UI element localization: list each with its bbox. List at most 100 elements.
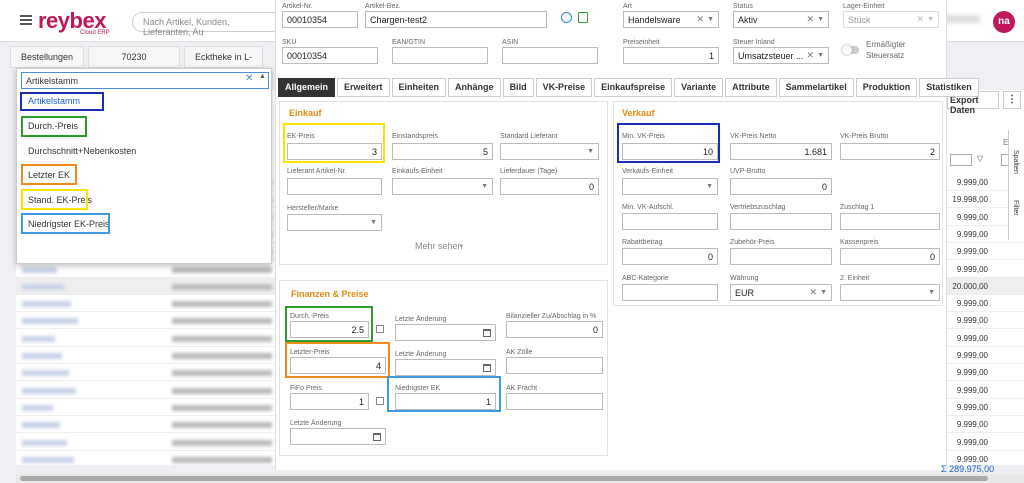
abc-kategorie-field[interactable]: [622, 284, 718, 301]
standard-lieferant-select[interactable]: ▼: [500, 143, 599, 160]
steuer-inland-select[interactable]: Umsatzsteuer ... ✕ ▼: [733, 47, 829, 64]
caret-down-icon[interactable]: ▲: [259, 73, 266, 80]
einkaufs-einheit-select[interactable]: ▼: [392, 178, 493, 195]
bilanzieller-zuschlag-field[interactable]: 0: [506, 321, 603, 338]
tab-variante[interactable]: Variante: [674, 78, 724, 97]
reduced-tax-toggle[interactable]: [842, 45, 859, 55]
artikel-nr-field[interactable]: 00010354: [282, 11, 358, 28]
article-number-cell: [22, 301, 71, 308]
tab-bild[interactable]: Bild: [502, 78, 534, 97]
label-standard-lieferant: Standard Lieferant: [500, 133, 558, 140]
rabattbetrag-field[interactable]: 0: [622, 248, 718, 265]
preiseinheit-field[interactable]: 1: [623, 47, 719, 64]
global-search-input[interactable]: Nach Artikel, Kunden, Lieferanten, Au: [132, 12, 282, 37]
fifo-preis-field[interactable]: 1: [290, 393, 369, 410]
vertriebszuschlag-field[interactable]: [730, 213, 832, 230]
filter-input[interactable]: [950, 154, 972, 166]
article-name-cell: [172, 404, 272, 411]
sku-field[interactable]: 00010354: [282, 47, 378, 64]
zubehoer-preis-field[interactable]: [730, 248, 832, 265]
article-name-cell: [172, 387, 272, 394]
finanzen-title: Finanzen & Preise: [291, 289, 369, 299]
ak-zoelle-field[interactable]: [506, 357, 603, 374]
translate-icon[interactable]: [578, 12, 588, 23]
globe-icon[interactable]: [561, 12, 572, 23]
subtab-ecktheke[interactable]: Ecktheke in L-: [184, 46, 264, 68]
label-waehrung: Währung: [730, 275, 759, 282]
art-select[interactable]: Handelsware ✕ ▼: [623, 11, 719, 28]
avatar[interactable]: na: [993, 11, 1015, 33]
tab-vk-preise[interactable]: VK-Preise: [535, 78, 593, 97]
einheit-2-select[interactable]: ▼: [840, 284, 940, 301]
tab-attribute[interactable]: Attribute: [725, 78, 777, 97]
letzte-aenderung-3-field[interactable]: [290, 428, 386, 445]
highlight-durch-preis: [21, 116, 87, 137]
tab-produktion[interactable]: Produktion: [855, 78, 918, 97]
highlight-durch-preis-field: [285, 306, 373, 342]
einstandspreis-field[interactable]: 5: [392, 143, 493, 160]
verkaufs-einheit-select[interactable]: ▼: [622, 178, 718, 195]
mehr-sehen-link[interactable]: Mehr sehen: [415, 241, 463, 251]
article-number-cell: [22, 370, 69, 377]
tab-allgemein[interactable]: Allgemein: [278, 78, 336, 97]
label-steuer-inland: Steuer Inland: [733, 39, 775, 46]
label-min-vk-aufschl: Min. VK-Aufschl.: [622, 204, 674, 211]
side-panel-bar: Spalten Filter: [1008, 130, 1024, 240]
price-source-select[interactable]: Artikelstamm: [21, 72, 269, 89]
tab-sammelartikel[interactable]: Sammelartikel: [778, 78, 854, 97]
zuschlag-1-field[interactable]: [840, 213, 940, 230]
article-name-cell: [172, 439, 272, 446]
article-name-cell: [172, 370, 272, 377]
min-vk-aufschl-field[interactable]: [622, 213, 718, 230]
filter-toggle[interactable]: Filter: [1012, 200, 1019, 216]
highlight-niedrigster-ek: [21, 213, 110, 234]
clear-icon[interactable]: ✕: [245, 73, 253, 84]
hersteller-select[interactable]: ▼: [287, 214, 382, 231]
waehrung-select[interactable]: EUR ✕ ▼: [730, 284, 832, 301]
label-letzte-aenderung-2: Letzte Änderung: [395, 351, 447, 358]
ak-fracht-field[interactable]: [506, 393, 603, 410]
label-letzte-aenderung-1: Letzte Änderung: [395, 316, 447, 323]
hamburger-menu-icon[interactable]: [20, 15, 32, 25]
tab-erweitert[interactable]: Erweitert: [337, 78, 390, 97]
letzte-aenderung-2-field[interactable]: [395, 359, 496, 376]
label-uvp-brutto: UVP-Brutto: [730, 168, 766, 175]
lieferdauer-field[interactable]: 0: [500, 178, 599, 195]
tab-einkaufspreise[interactable]: Einkaufspreise: [594, 78, 673, 97]
spalten-toggle[interactable]: Spalten: [1012, 150, 1019, 174]
lager-einheit-select[interactable]: Stück ✕ ▼: [843, 11, 939, 28]
subtab-70230[interactable]: 70230: [88, 46, 181, 68]
uvp-brutto-field[interactable]: 0: [730, 178, 832, 195]
vk-preis-brutto-field[interactable]: 2: [840, 143, 940, 160]
label-einkaufs-einheit: Einkaufs-Einheit: [392, 168, 443, 175]
article-number-cell: [22, 353, 62, 359]
kassenpreis-field[interactable]: 0: [840, 248, 940, 265]
chevron-down-icon[interactable]: ⌄: [458, 240, 465, 249]
vk-preis-netto-field[interactable]: 1.681: [730, 143, 832, 160]
asin-field[interactable]: [502, 47, 598, 64]
more-icon[interactable]: ⋮: [1003, 91, 1021, 109]
letzte-aenderung-1-field[interactable]: [395, 324, 496, 341]
label-ak-zoelle: AK Zölle: [506, 349, 533, 356]
edit-icon[interactable]: [376, 397, 384, 405]
label-artikel-nr: Artikel-Nr.: [282, 3, 313, 10]
article-name-cell: [172, 353, 272, 359]
tab-einheiten[interactable]: Einheiten: [391, 78, 447, 97]
lieferant-artikel-nr-field[interactable]: [287, 178, 382, 195]
tab-statistiken[interactable]: Statistiken: [919, 78, 979, 97]
article-name-cell: [172, 318, 272, 325]
tab-anhaenge[interactable]: Anhänge: [448, 78, 501, 97]
option-durchschnitt-nebenkosten[interactable]: Durchschnitt+Nebenkosten: [20, 142, 144, 161]
label-einstandspreis: Einstandspreis: [392, 133, 438, 140]
label-artikel-bez: Artikel-Bez.: [365, 3, 401, 10]
status-select[interactable]: Aktiv ✕ ▼: [733, 11, 829, 28]
document-tabs: Bestellungen 70230 Ecktheke in L-: [10, 46, 264, 68]
artikel-bez-field[interactable]: Chargen-test2: [365, 11, 547, 28]
ean-field[interactable]: [392, 47, 488, 64]
subtab-bestellungen[interactable]: Bestellungen: [10, 46, 85, 68]
scrollbar-thumb[interactable]: [20, 476, 988, 481]
logo-subtitle: Cloud ERP: [80, 30, 110, 36]
article-name-cell: [172, 283, 272, 290]
edit-icon[interactable]: [376, 325, 384, 333]
filter-funnel-icon[interactable]: ▽: [977, 154, 983, 163]
